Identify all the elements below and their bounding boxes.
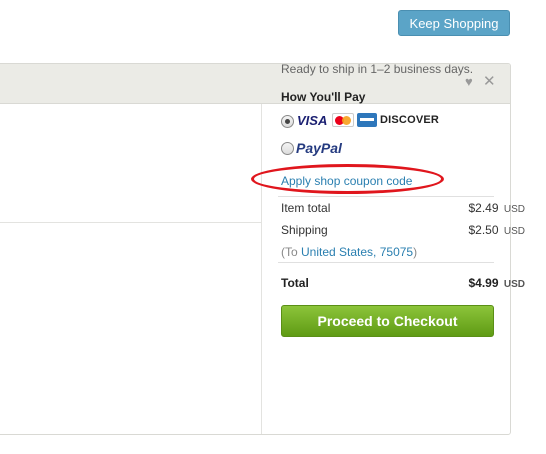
discover-logo: DISCOVER [380,114,440,126]
highlight-annotation [251,164,444,194]
proceed-to-checkout-button[interactable]: Proceed to Checkout [281,305,494,337]
item-total-amount: $2.49 [468,201,499,215]
keep-shopping-button[interactable]: Keep Shopping [398,10,510,36]
shipping-amount: $2.50 [468,223,499,237]
shipping-label: Shipping [281,223,328,237]
visa-logo: VISA [297,113,328,128]
summary-divider [278,196,494,197]
destination-suffix: ) [413,245,418,259]
item-total-label: Item total [281,201,331,215]
column-divider [261,104,262,434]
shipping-destination: (To United States, 75075) [281,245,417,259]
total-value: $4.99 USD [469,276,526,290]
mastercard-icon [332,113,354,127]
ship-note: Ready to ship in 1–2 business days. [281,62,474,76]
paypal-payment-radio[interactable] [281,142,294,155]
shipping-value: $2.50 USD [469,223,526,237]
close-icon[interactable]: ✕ [483,74,496,89]
total-label: Total [281,276,309,290]
destination-link[interactable]: United States, 75075 [301,245,413,259]
total-amount: $4.99 [468,276,499,290]
left-divider [0,222,261,223]
payment-title: How You'll Pay [281,90,366,104]
currency-label: USD [503,204,525,215]
destination-prefix: (To [281,245,302,259]
currency-label: USD [503,279,525,290]
currency-label: USD [503,226,525,237]
total-divider [278,262,494,263]
item-total-value: $2.49 USD [469,201,526,215]
heart-icon[interactable]: ♥ [465,75,473,89]
amex-icon [357,113,377,127]
card-payment-radio[interactable] [281,115,294,128]
paypal-logo: PayPal [296,140,342,156]
